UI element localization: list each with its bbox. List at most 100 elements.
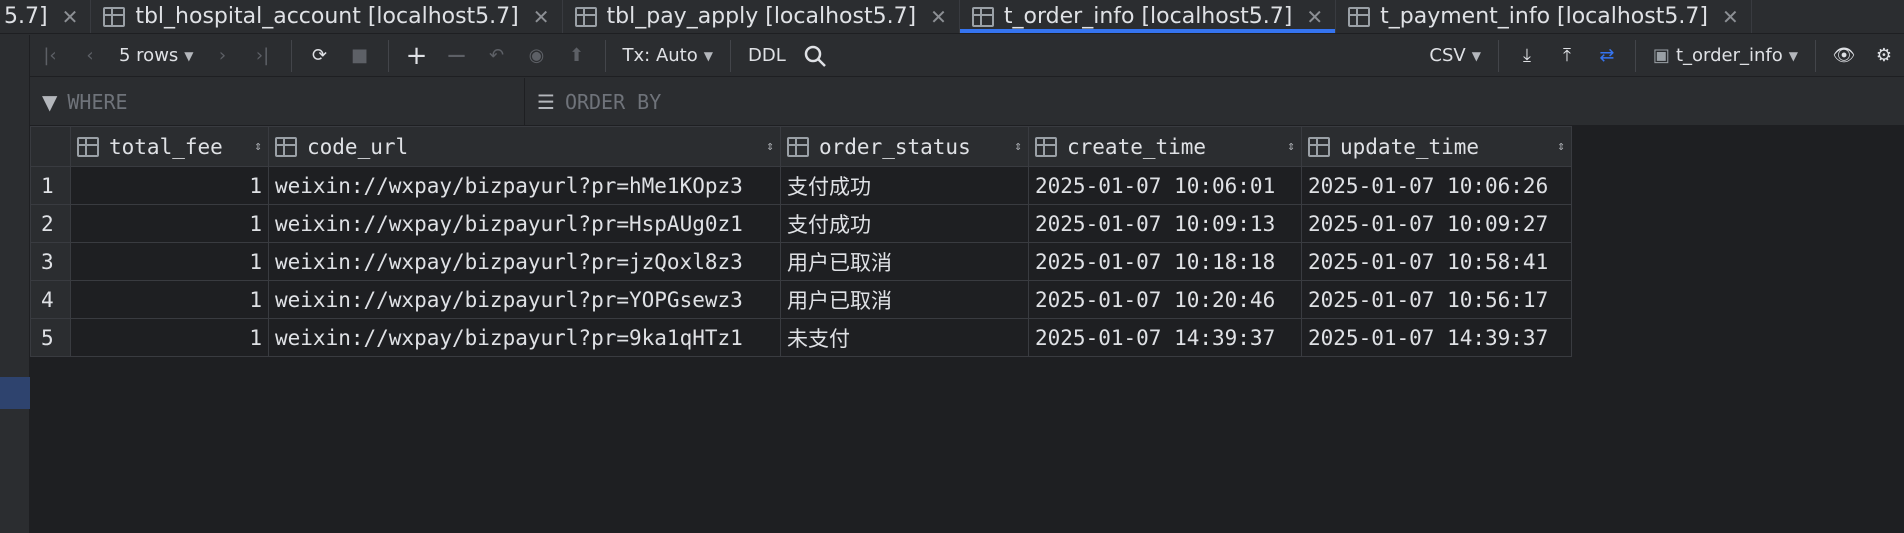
previous-page-icon[interactable]: ‹ xyxy=(73,40,107,72)
ddl-button[interactable]: DDL xyxy=(742,40,792,72)
toolbar-separator xyxy=(730,39,731,72)
table-row[interactable]: 1 1 weixin://wxpay/bizpayurl?pr=hMe1KOpz… xyxy=(30,166,1572,205)
column-header-total-fee[interactable]: total_fee ⇕ xyxy=(70,126,269,167)
cell-total-fee[interactable]: 1 xyxy=(70,318,269,357)
cell-create-time[interactable]: 2025-01-07 10:20:46 xyxy=(1028,280,1302,319)
close-icon[interactable]: ✕ xyxy=(1306,5,1323,29)
stop-icon[interactable]: ■ xyxy=(343,40,377,72)
cell-update-time[interactable]: 2025-01-07 10:56:17 xyxy=(1301,280,1572,319)
chevron-down-icon: ▼ xyxy=(184,48,194,63)
import-icon[interactable]: ⤒ xyxy=(1550,40,1584,72)
tab-label: tbl_pay_apply [localhost5.7] xyxy=(606,4,917,29)
sort-icon[interactable]: ⇕ xyxy=(254,139,262,154)
ddl-label: DDL xyxy=(748,45,786,66)
export-format-dropdown[interactable]: CSV ▼ xyxy=(1423,40,1487,72)
tab-t-order-info[interactable]: t_order_info [localhost5.7] ✕ xyxy=(959,0,1337,33)
toolbar-separator xyxy=(1815,39,1816,72)
table-selector-icon: ▣ xyxy=(1652,45,1670,66)
cell-code-url[interactable]: weixin://wxpay/bizpayurl?pr=HspAUg0z1 xyxy=(268,204,781,243)
cell-code-url[interactable]: weixin://wxpay/bizpayurl?pr=YOPGsewz3 xyxy=(268,280,781,319)
row-number[interactable]: 2 xyxy=(30,204,71,243)
page-size-dropdown[interactable]: 5 rows ▼ xyxy=(113,40,200,72)
cell-total-fee[interactable]: 1 xyxy=(70,166,269,205)
cell-order-status[interactable]: 用户已取消 xyxy=(780,242,1029,281)
cell-code-url[interactable]: weixin://wxpay/bizpayurl?pr=hMe1KOpz3 xyxy=(268,166,781,205)
column-header-create-time[interactable]: create_time ⇕ xyxy=(1028,126,1302,167)
sort-icon[interactable]: ⇕ xyxy=(766,139,774,154)
gutter-selection-marker xyxy=(0,377,30,409)
tab-t-payment-info[interactable]: t_payment_info [localhost5.7] ✕ xyxy=(1336,0,1752,33)
table-row[interactable]: 4 1 weixin://wxpay/bizpayurl?pr=YOPGsewz… xyxy=(30,280,1572,319)
tab-tbl-pay-apply[interactable]: tbl_pay_apply [localhost5.7] ✕ xyxy=(563,0,960,33)
refresh-icon[interactable]: ⟳ xyxy=(303,40,337,72)
cell-update-time[interactable]: 2025-01-07 10:58:41 xyxy=(1301,242,1572,281)
first-page-icon[interactable]: |‹ xyxy=(33,40,67,72)
search-icon-glyph xyxy=(804,45,826,67)
table-row[interactable]: 3 1 weixin://wxpay/bizpayurl?pr=jzQoxl8z… xyxy=(30,242,1572,281)
chevron-down-icon: ▼ xyxy=(1788,48,1798,63)
toolbar-separator xyxy=(604,39,606,72)
orderby-placeholder: ORDER BY xyxy=(564,89,662,114)
cell-order-status[interactable]: 支付成功 xyxy=(780,166,1029,205)
close-icon[interactable]: ✕ xyxy=(62,5,79,29)
cell-code-url[interactable]: weixin://wxpay/bizpayurl?pr=9ka1qHTz1 xyxy=(268,318,781,357)
sort-icon[interactable]: ⇕ xyxy=(1557,139,1565,154)
cell-total-fee[interactable]: 1 xyxy=(70,280,269,319)
table-row[interactable]: 2 1 weixin://wxpay/bizpayurl?pr=HspAUg0z… xyxy=(30,204,1572,243)
close-icon[interactable]: ✕ xyxy=(930,5,947,29)
orderby-filter-input[interactable]: ☰ ORDER BY xyxy=(525,78,661,125)
close-icon[interactable]: ✕ xyxy=(1722,5,1739,29)
search-icon[interactable] xyxy=(798,40,832,72)
toolbar-separator xyxy=(290,39,292,72)
next-page-icon[interactable]: › xyxy=(206,40,240,72)
compare-icon[interactable]: ⇄ xyxy=(1590,40,1624,72)
cell-total-fee[interactable]: 1 xyxy=(70,242,269,281)
filter-bar: ▼ WHERE ☰ ORDER BY xyxy=(30,78,1904,126)
cell-update-time[interactable]: 2025-01-07 10:06:26 xyxy=(1301,166,1572,205)
table-row[interactable]: 5 1 weixin://wxpay/bizpayurl?pr=9ka1qHTz… xyxy=(30,318,1572,357)
add-row-icon[interactable]: + xyxy=(400,40,434,72)
cell-create-time[interactable]: 2025-01-07 10:06:01 xyxy=(1028,166,1302,205)
row-number[interactable]: 3 xyxy=(30,242,71,281)
cell-create-time[interactable]: 2025-01-07 14:39:37 xyxy=(1028,318,1302,357)
row-number[interactable]: 4 xyxy=(30,280,71,319)
column-header-order-status[interactable]: order_status ⇕ xyxy=(780,126,1029,167)
row-number[interactable]: 1 xyxy=(30,166,71,205)
sort-icon[interactable]: ⇕ xyxy=(1014,139,1022,154)
toolbar-separator xyxy=(1634,39,1636,72)
column-header-code-url[interactable]: code_url ⇕ xyxy=(268,126,781,167)
cell-order-status[interactable]: 未支付 xyxy=(780,318,1029,357)
table-icon xyxy=(1348,6,1371,27)
tab-tbl-hospital-account[interactable]: tbl_hospital_account [localhost5.7] ✕ xyxy=(91,0,563,33)
cell-code-url[interactable]: weixin://wxpay/bizpayurl?pr=jzQoxl8z3 xyxy=(268,242,781,281)
cell-create-time[interactable]: 2025-01-07 10:18:18 xyxy=(1028,242,1302,281)
result-table: total_fee ⇕ code_url ⇕ order_status ⇕ creat… xyxy=(30,126,1572,357)
export-icon[interactable]: ⤓ xyxy=(1510,40,1544,72)
cell-order-status[interactable]: 支付成功 xyxy=(780,204,1029,243)
revert-icon[interactable]: ↶ xyxy=(480,40,514,72)
toolbar-separator xyxy=(387,39,389,72)
last-page-icon[interactable]: ›| xyxy=(246,40,280,72)
row-number[interactable]: 5 xyxy=(30,318,71,357)
toolbar-separator xyxy=(1497,39,1499,72)
tab-label: tbl_hospital_account [localhost5.7] xyxy=(135,4,519,29)
close-icon[interactable]: ✕ xyxy=(533,5,550,29)
sort-icon[interactable]: ⇕ xyxy=(1287,139,1295,154)
result-grid: total_fee ⇕ code_url ⇕ order_status ⇕ creat… xyxy=(30,126,1904,533)
submit-icon[interactable]: ⬆ xyxy=(560,40,594,72)
tab-partial[interactable]: 5.7] ✕ xyxy=(0,0,92,33)
cell-create-time[interactable]: 2025-01-07 10:09:13 xyxy=(1028,204,1302,243)
cell-update-time[interactable]: 2025-01-07 10:09:27 xyxy=(1301,204,1572,243)
cell-total-fee[interactable]: 1 xyxy=(70,204,269,243)
transaction-mode-dropdown[interactable]: Tx: Auto ▼ xyxy=(617,40,719,72)
cell-order-status[interactable]: 用户已取消 xyxy=(780,280,1029,319)
delete-row-icon[interactable]: − xyxy=(440,40,474,72)
where-filter-input[interactable]: ▼ WHERE xyxy=(30,78,525,125)
column-header-update-time[interactable]: update_time ⇕ xyxy=(1301,126,1572,167)
table-selector-dropdown[interactable]: ▣ t_order_info ▼ xyxy=(1647,40,1804,72)
view-options-icon[interactable]: 👁 xyxy=(1827,40,1861,72)
preview-changes-icon[interactable]: ◉ xyxy=(520,40,554,72)
cell-update-time[interactable]: 2025-01-07 14:39:37 xyxy=(1301,318,1572,357)
gear-icon[interactable]: ⚙ xyxy=(1867,40,1901,72)
corner-cell[interactable] xyxy=(30,126,71,167)
